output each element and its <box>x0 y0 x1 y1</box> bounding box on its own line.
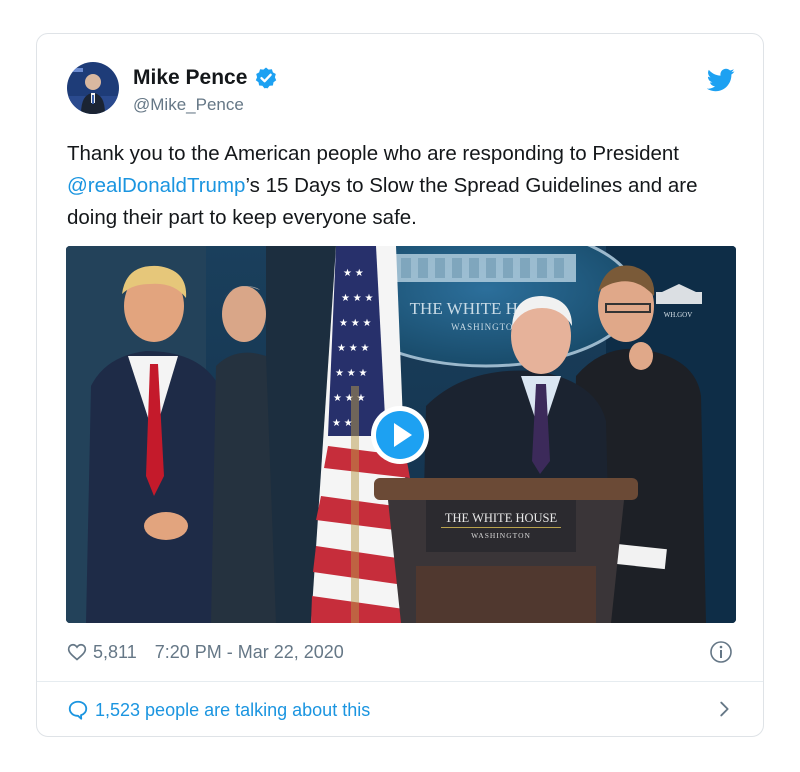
talking-count[interactable]: 1,523 people are talking about this <box>95 700 370 721</box>
verified-badge-icon <box>254 66 278 90</box>
podium-title: THE WHITE HOUSE <box>445 511 558 525</box>
tweet-card: Mike Pence @Mike_Pence Thank you to the … <box>36 33 764 737</box>
mention-link[interactable]: @realDonaldTrump <box>67 174 245 197</box>
svg-text:★ ★ ★: ★ ★ ★ <box>335 368 367 379</box>
watermark-text: WH.GOV <box>664 311 693 319</box>
svg-text:★ ★: ★ ★ <box>343 268 364 279</box>
svg-text:★ ★ ★: ★ ★ ★ <box>341 293 373 304</box>
podium: THE WHITE HOUSE WASHINGTON <box>374 478 638 623</box>
avatar[interactable] <box>67 62 119 114</box>
divider <box>37 681 763 682</box>
twitter-bird-icon[interactable] <box>706 66 735 94</box>
conversation-link[interactable]: 1,523 people are talking about this <box>67 696 370 724</box>
svg-text:★ ★ ★: ★ ★ ★ <box>337 343 369 354</box>
svg-text:★ ★: ★ ★ <box>332 418 353 429</box>
svg-text:★ ★ ★: ★ ★ ★ <box>339 318 371 329</box>
speech-bubble-icon <box>67 699 89 721</box>
svg-text:★ ★ ★: ★ ★ ★ <box>333 393 365 404</box>
author-handle[interactable]: @Mike_Pence <box>133 95 244 115</box>
video-media[interactable]: THE WHITE HOUSE WASHINGTON WH.GOV ★ ★ ★ … <box>66 246 736 623</box>
play-icon[interactable] <box>369 404 431 466</box>
author-name-row[interactable]: Mike Pence <box>133 66 278 90</box>
podium-subtitle: WASHINGTON <box>471 531 531 540</box>
like-count[interactable]: 5,811 <box>93 642 137 663</box>
info-icon[interactable] <box>709 640 733 664</box>
tweet-text: Thank you to the American people who are… <box>67 138 727 234</box>
seal-subtitle: WASHINGTON <box>451 322 521 332</box>
chevron-right-icon[interactable] <box>713 698 735 720</box>
tweet-text-before: Thank you to the American people who are… <box>67 142 679 165</box>
tweet-meta: 5,811 7:20 PM - Mar 22, 2020 <box>67 638 344 666</box>
heart-icon[interactable] <box>67 642 87 662</box>
timestamp[interactable]: 7:20 PM - Mar 22, 2020 <box>155 642 344 663</box>
author-name[interactable]: Mike Pence <box>133 66 247 90</box>
